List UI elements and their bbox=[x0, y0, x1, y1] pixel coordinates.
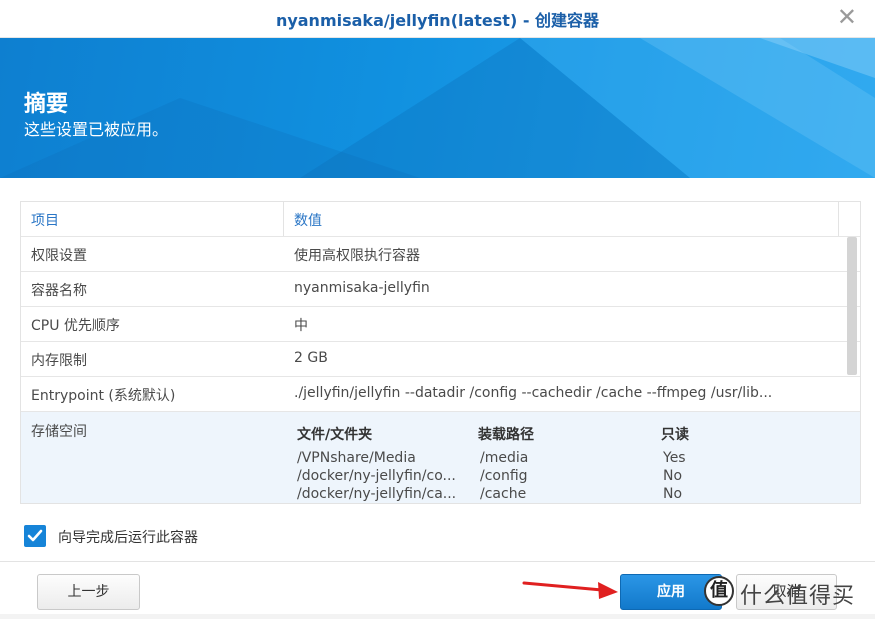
summary-banner: 摘要 这些设置已被应用。 bbox=[0, 38, 875, 178]
mount-folder: /docker/ny-jellyfin/co... bbox=[297, 468, 456, 484]
summary-table: 项目 数值 权限设置 使用高权限执行容器 容器名称 nyanmisaka-jel… bbox=[20, 201, 861, 504]
table-row: 容器名称 nyanmisaka-jellyfin bbox=[21, 272, 860, 307]
page-heading: 摘要 bbox=[24, 92, 69, 117]
table-row: CPU 优先顺序 中 bbox=[21, 307, 860, 342]
watermark-text: 什么值得买 bbox=[740, 584, 856, 609]
storage-column-mount: 装载路径 bbox=[478, 427, 534, 443]
window-titlebar: nyanmisaka/jellyfin(latest) - 创建容器 ✕ bbox=[0, 0, 875, 38]
storage-row: 存储空间 文件/文件夹 装载路径 只读 /VPNshare/Media /med… bbox=[21, 412, 860, 503]
banner-background-shapes bbox=[0, 38, 875, 178]
row-value: ./jellyfin/jellyfin --datadir /config --… bbox=[294, 385, 773, 401]
footer-divider bbox=[0, 561, 875, 562]
row-value: nyanmisaka-jellyfin bbox=[294, 280, 430, 296]
table-scrollbar[interactable] bbox=[847, 237, 857, 375]
column-header-item: 项目 bbox=[31, 213, 59, 229]
mount-path: /config bbox=[480, 468, 528, 484]
annotation-arrow-icon bbox=[522, 581, 618, 599]
run-after-wizard-checkbox[interactable] bbox=[24, 525, 46, 547]
storage-column-readonly: 只读 bbox=[661, 427, 689, 443]
checkmark-icon bbox=[27, 529, 43, 542]
mount-folder: /docker/ny-jellyfin/ca... bbox=[297, 486, 457, 502]
storage-label: 存储空间 bbox=[31, 424, 87, 440]
mount-readonly: No bbox=[663, 486, 683, 502]
mount-path: /cache bbox=[480, 486, 527, 502]
row-value: 2 GB bbox=[294, 350, 328, 366]
watermark: 值 什么值得买 bbox=[704, 574, 869, 610]
row-item: 内存限制 bbox=[31, 353, 87, 369]
table-row: Entrypoint (系统默认) ./jellyfin/jellyfin --… bbox=[21, 377, 860, 412]
close-icon[interactable]: ✕ bbox=[837, 4, 857, 30]
window-title: nyanmisaka/jellyfin(latest) - 创建容器 bbox=[275, 11, 600, 30]
row-item: 容器名称 bbox=[31, 283, 87, 299]
storage-column-folder: 文件/文件夹 bbox=[297, 427, 373, 443]
run-after-wizard-label[interactable]: 向导完成后运行此容器 bbox=[58, 527, 198, 547]
mount-path: /media bbox=[480, 450, 529, 466]
row-value: 中 bbox=[294, 318, 308, 334]
page-subtitle: 这些设置已被应用。 bbox=[24, 120, 169, 139]
column-header-value: 数值 bbox=[294, 213, 322, 229]
row-item: Entrypoint (系统默认) bbox=[31, 388, 176, 404]
bottom-strip bbox=[0, 614, 875, 619]
row-item: 权限设置 bbox=[31, 248, 87, 264]
back-button[interactable]: 上一步 bbox=[37, 574, 140, 610]
table-row: 内存限制 2 GB bbox=[21, 342, 860, 377]
table-header: 项目 数值 bbox=[21, 202, 860, 237]
row-value: 使用高权限执行容器 bbox=[294, 248, 420, 264]
mount-readonly: Yes bbox=[663, 450, 686, 466]
mount-readonly: No bbox=[663, 468, 683, 484]
table-row: 权限设置 使用高权限执行容器 bbox=[21, 237, 860, 272]
row-item: CPU 优先顺序 bbox=[31, 318, 120, 334]
watermark-logo-icon: 值 bbox=[704, 576, 734, 606]
mount-folder: /VPNshare/Media bbox=[297, 450, 416, 466]
